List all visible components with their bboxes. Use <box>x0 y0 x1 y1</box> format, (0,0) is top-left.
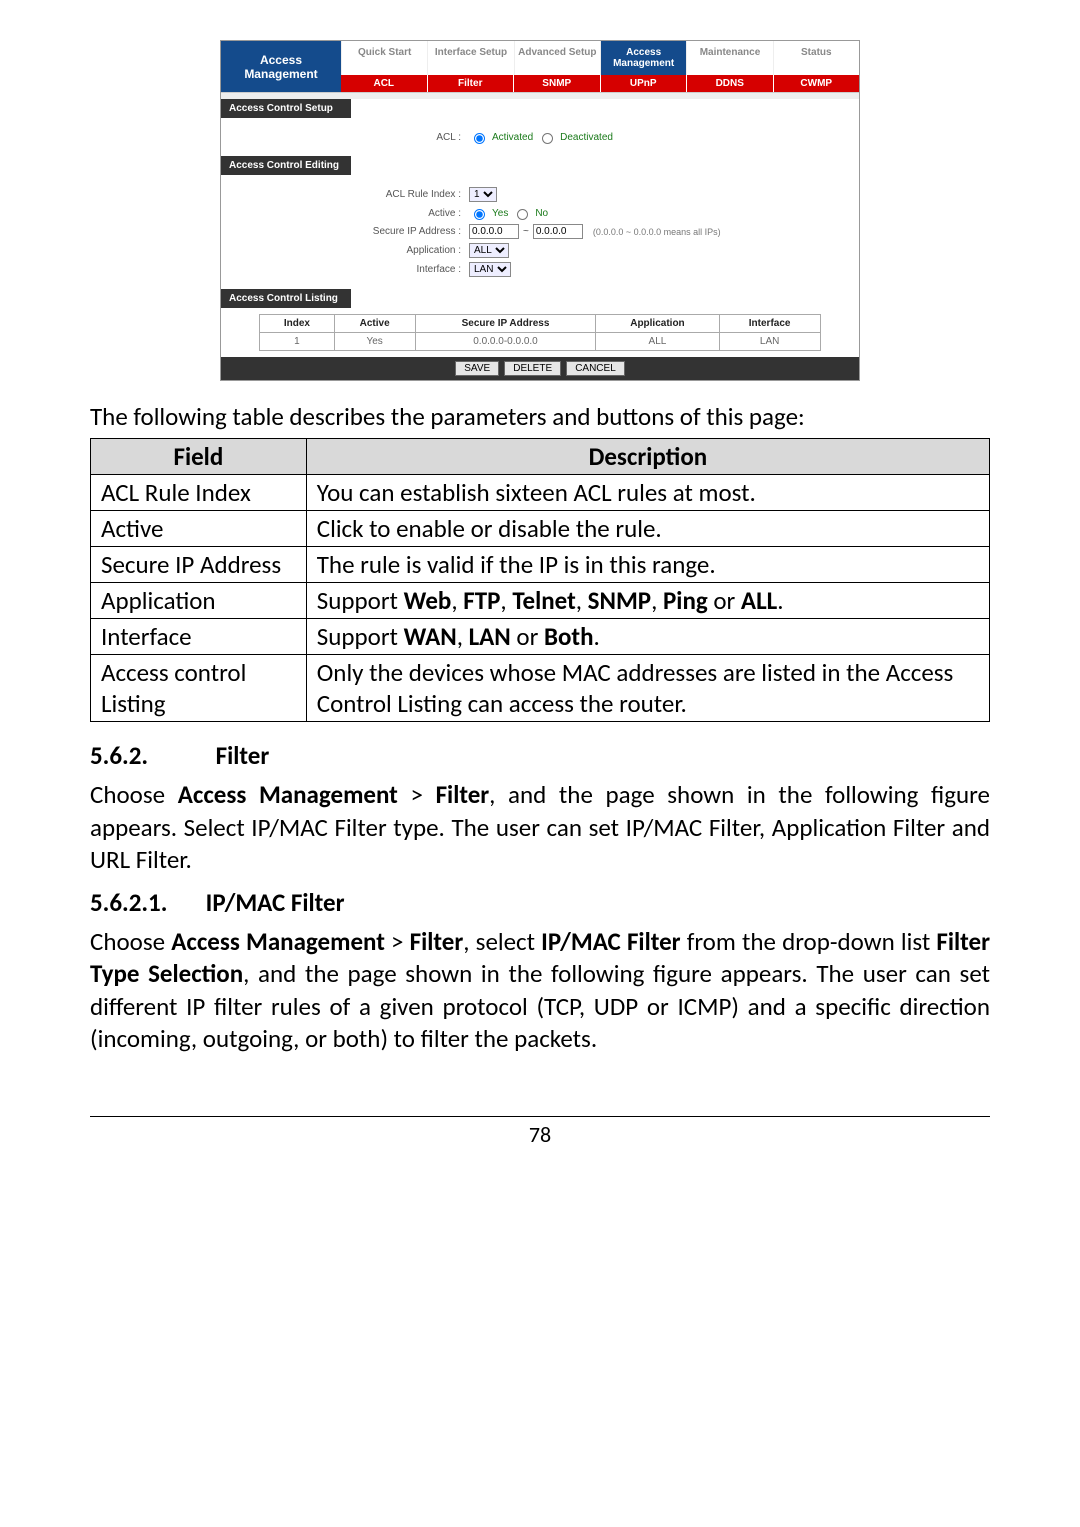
active-yes-radio[interactable] <box>474 209 485 220</box>
save-button[interactable]: SAVE <box>455 361 499 376</box>
subtab-ddns[interactable]: DDNS <box>686 75 773 92</box>
th-description: Description <box>306 439 989 475</box>
active-label: Active : <box>361 208 461 219</box>
desc-acl-rule-index: You can establish sixteen ACL rules at m… <box>306 475 989 511</box>
button-row: SAVE DELETE CANCEL <box>221 357 859 380</box>
ip-to-input[interactable] <box>533 224 583 239</box>
acl-deactivated-label: Deactivated <box>560 132 613 143</box>
th-index: Index <box>260 315 334 333</box>
subtab-acl[interactable]: ACL <box>341 75 427 92</box>
table-header-row: Index Active Secure IP Address Applicati… <box>260 315 820 333</box>
cell-ip: 0.0.0.0-0.0.0.0 <box>473 336 538 347</box>
heading-title: Filter <box>216 740 270 771</box>
acl-activated-radio[interactable] <box>474 133 485 144</box>
cell-app: ALL <box>649 336 667 347</box>
subtab-cwmp[interactable]: CWMP <box>773 75 860 92</box>
field-interface: Interface <box>91 619 307 655</box>
heading-title-2: IP/MAC Filter <box>206 887 345 918</box>
title-line1: Access <box>225 53 337 67</box>
parameters-table: Field Description ACL Rule Index You can… <box>90 438 990 722</box>
interface-select[interactable]: LAN <box>469 262 511 277</box>
ip-from-input[interactable] <box>469 224 519 239</box>
paragraph-ipmac: Choose Access Management > Filter, selec… <box>90 926 990 1056</box>
section-access-control-editing: Access Control Editing <box>221 156 351 175</box>
ip-hint: (0.0.0.0 ~ 0.0.0.0 means all IPs) <box>593 227 721 237</box>
page-title-block: Access Management <box>221 41 341 92</box>
sub-tabs: ACL Filter SNMP UPnP DDNS CWMP <box>341 75 859 92</box>
field-acl-rule-index: ACL Rule Index <box>91 475 307 511</box>
subtab-upnp[interactable]: UPnP <box>600 75 687 92</box>
rule-index-select[interactable]: 1 <box>469 187 497 202</box>
th-interface: Interface <box>719 315 820 333</box>
field-active: Active <box>91 511 307 547</box>
th-active: Active <box>334 315 415 333</box>
desc-interface: Support WAN, LAN or Both. <box>306 619 989 655</box>
acl-label: ACL : <box>361 132 461 143</box>
th-field: Field <box>91 439 307 475</box>
table-row: 1 Yes 0.0.0.0-0.0.0.0 ALL LAN <box>260 333 820 351</box>
tab-maintenance[interactable]: Maintenance <box>686 41 772 75</box>
desc-active: Click to enable or disable the rule. <box>306 511 989 547</box>
heading-num-2: 5.6.2.1. <box>90 887 200 918</box>
field-secure-ip: Secure IP Address <box>91 547 307 583</box>
paragraph-filter: Choose Access Management > Filter, and t… <box>90 779 990 877</box>
heading-ipmac-filter: 5.6.2.1. IP/MAC Filter <box>90 887 990 918</box>
desc-application: Support Web, FTP, Telnet, SNMP, Ping or … <box>306 583 989 619</box>
cancel-button[interactable]: CANCEL <box>566 361 625 376</box>
heading-filter: 5.6.2. Filter <box>90 740 990 771</box>
th-secure-ip: Secure IP Address <box>415 315 596 333</box>
secure-ip-label: Secure IP Address : <box>361 226 461 237</box>
tab-access-management[interactable]: Access Management <box>600 41 686 75</box>
delete-button[interactable]: DELETE <box>504 361 561 376</box>
router-ui-screenshot: Access Management Quick Start Interface … <box>220 40 860 381</box>
acl-deactivated-radio[interactable] <box>542 133 553 144</box>
rule-index-label: ACL Rule Index : <box>361 189 461 200</box>
main-tabs: Quick Start Interface Setup Advanced Set… <box>341 41 859 75</box>
field-application: Application <box>91 583 307 619</box>
title-line2: Management <box>225 67 337 81</box>
tab-advanced-setup[interactable]: Advanced Setup <box>514 41 600 75</box>
section-access-control-setup: Access Control Setup <box>221 99 351 118</box>
ip-tilde: ~ <box>523 226 529 237</box>
application-select[interactable]: ALL <box>469 243 509 258</box>
acl-activated-label: Activated <box>492 132 533 143</box>
section-access-control-listing: Access Control Listing <box>221 289 351 308</box>
tab-interface-setup[interactable]: Interface Setup <box>427 41 513 75</box>
cell-index: 1 <box>294 336 300 347</box>
desc-secure-ip: The rule is valid if the IP is in this r… <box>306 547 989 583</box>
cell-iface: LAN <box>760 336 779 347</box>
acl-listing-table: Index Active Secure IP Address Applicati… <box>259 314 820 351</box>
table-caption: The following table describes the parame… <box>90 401 990 432</box>
tab-status[interactable]: Status <box>773 41 859 75</box>
desc-access-control-listing: Only the devices whose MAC addresses are… <box>306 655 989 722</box>
page-number: 78 <box>90 1116 990 1148</box>
field-access-control-listing: Access control Listing <box>91 655 307 722</box>
subtab-filter[interactable]: Filter <box>427 75 514 92</box>
th-application: Application <box>596 315 719 333</box>
heading-num: 5.6.2. <box>90 740 210 771</box>
subtab-snmp[interactable]: SNMP <box>513 75 600 92</box>
tab-quick-start[interactable]: Quick Start <box>341 41 427 75</box>
interface-label: Interface : <box>361 264 461 275</box>
application-label: Application : <box>361 245 461 256</box>
active-yes-label: Yes <box>492 208 508 219</box>
cell-active: Yes <box>366 336 382 347</box>
active-no-label: No <box>535 208 548 219</box>
top-nav: Access Management Quick Start Interface … <box>221 41 859 93</box>
active-no-radio[interactable] <box>517 209 528 220</box>
